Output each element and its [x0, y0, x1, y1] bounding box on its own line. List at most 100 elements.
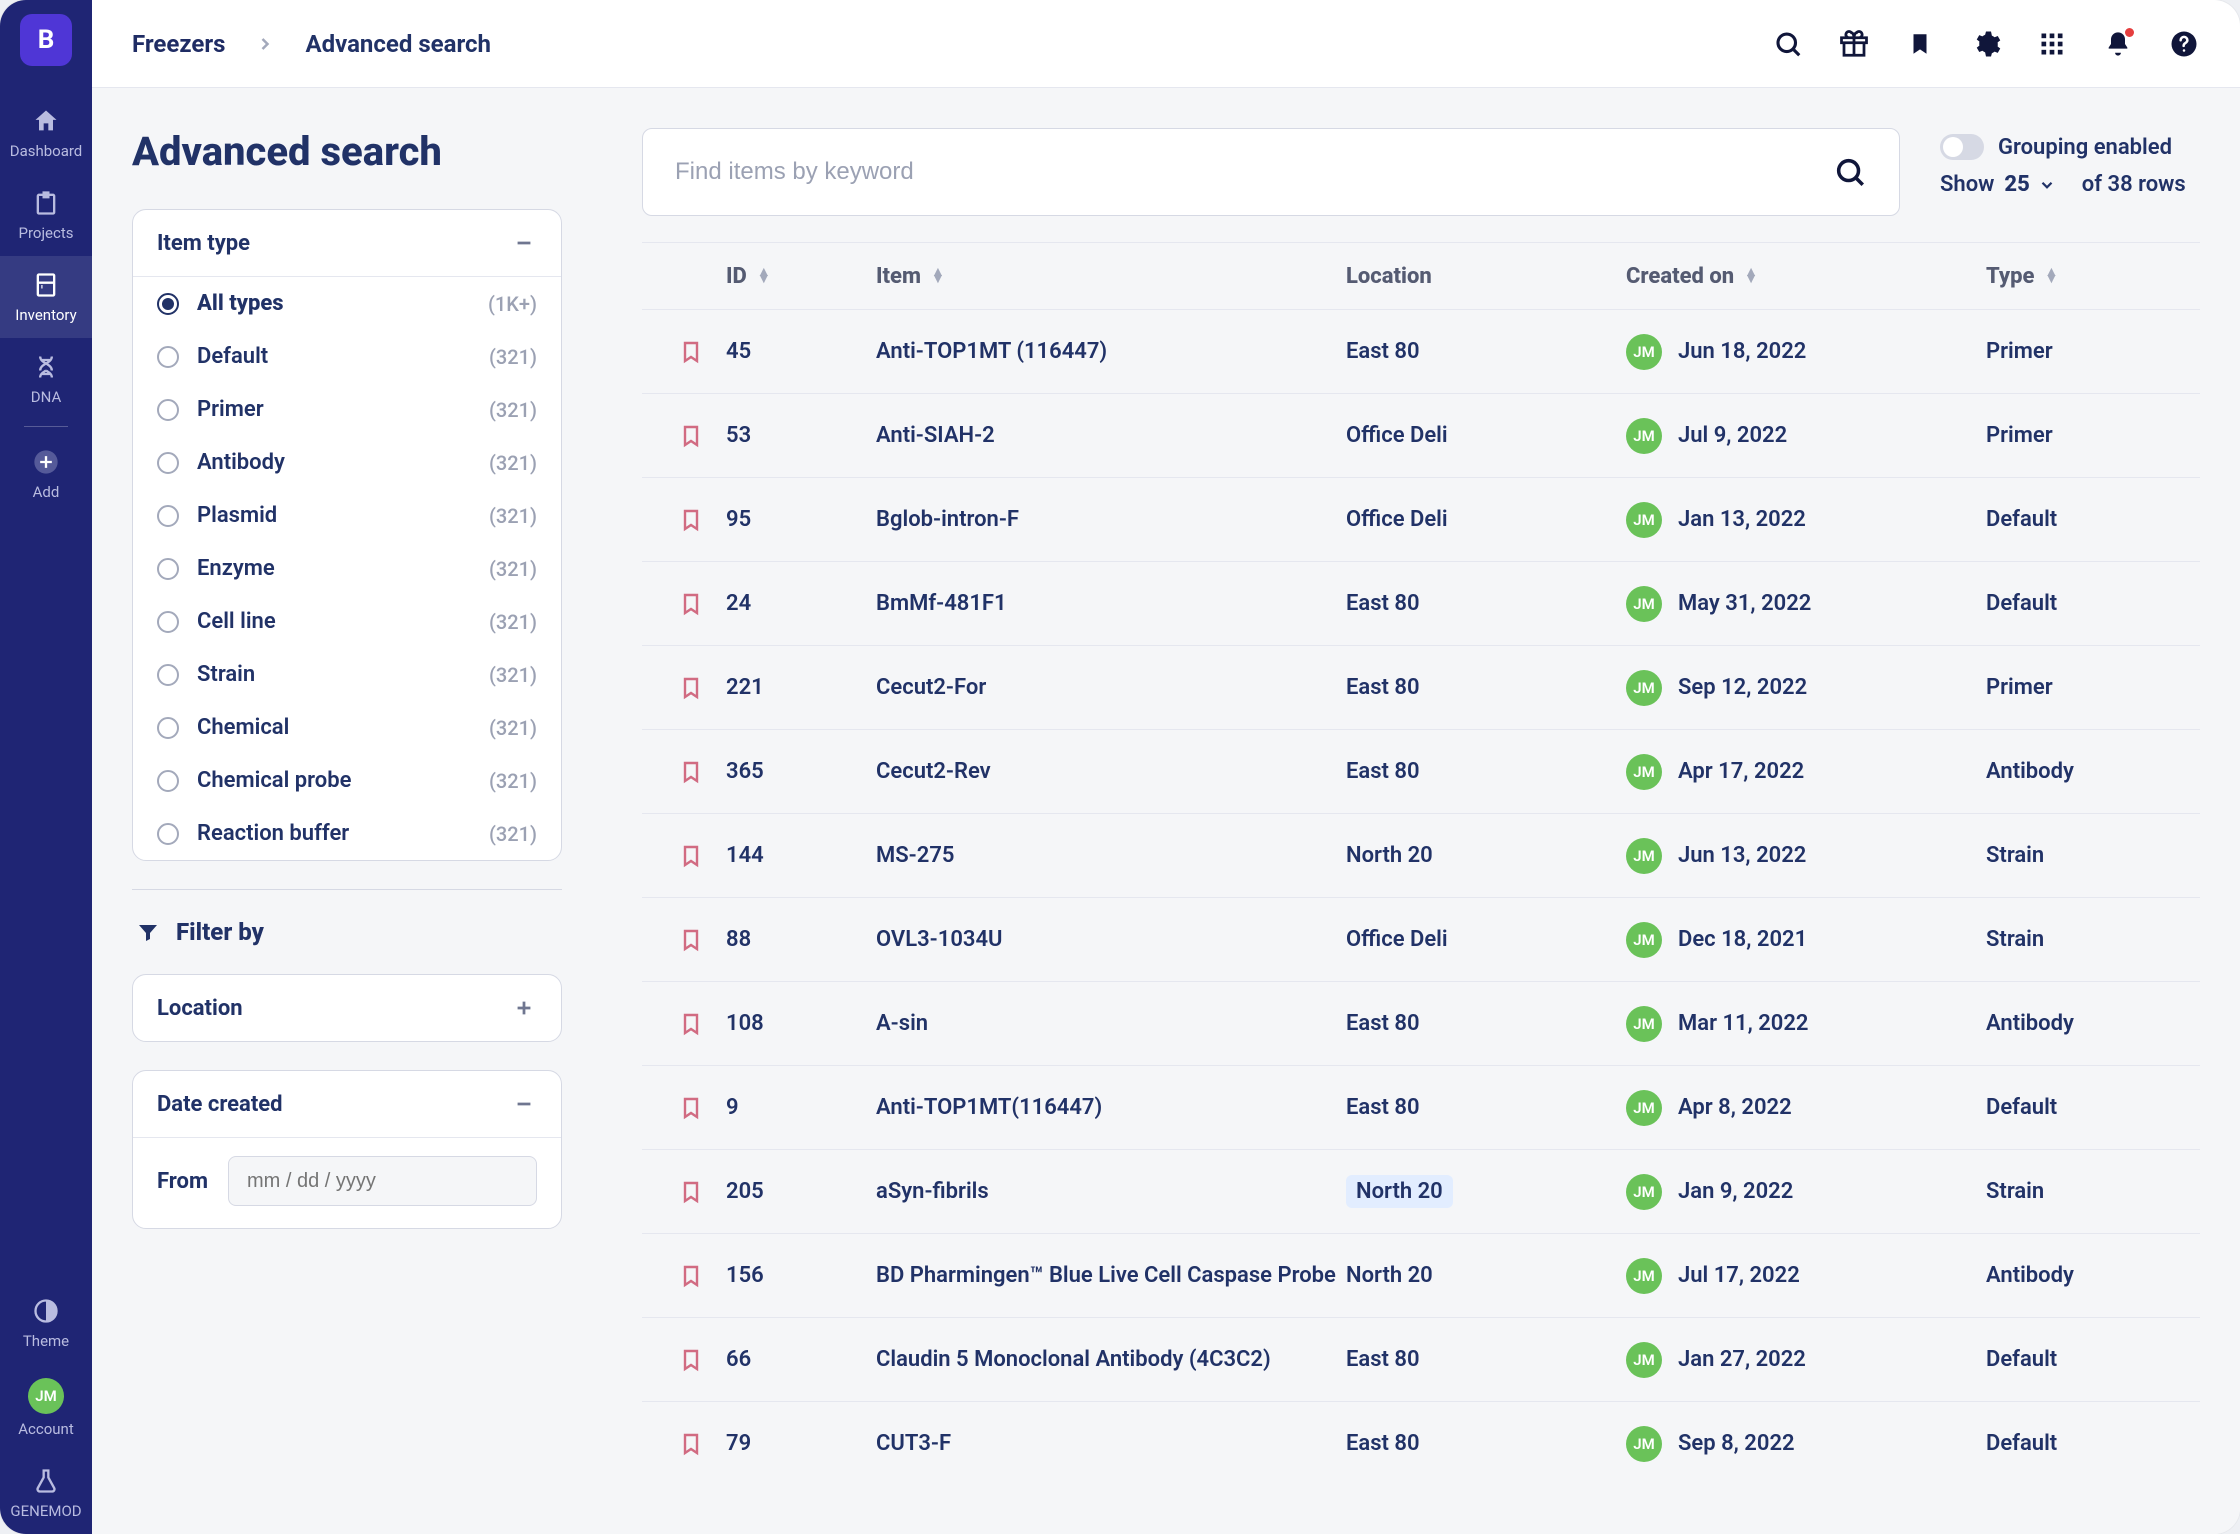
table-row[interactable]: 156BD Pharmingen™ Blue Live Cell Caspase…: [642, 1233, 2200, 1317]
table-row[interactable]: 79CUT3-FEast 80JMSep 8, 2022Default: [642, 1401, 2200, 1485]
item-type-option[interactable]: Chemical(321): [133, 701, 561, 754]
search-icon[interactable]: [1772, 28, 1804, 60]
table-row[interactable]: 144MS-275North 20JMJun 13, 2022Strain: [642, 813, 2200, 897]
bookmark-row-icon[interactable]: [679, 1430, 703, 1458]
bookmark-row-icon[interactable]: [679, 1094, 703, 1122]
results-table: ID ▲▼ Item ▲▼ Location Created on ▲▼: [642, 242, 2200, 1534]
table-row[interactable]: 205aSyn-fibrilsNorth 20JMJan 9, 2022Stra…: [642, 1149, 2200, 1233]
col-location[interactable]: Location: [1346, 264, 1626, 289]
table-row[interactable]: 95Bglob-intron-FOffice DeliJMJan 13, 202…: [642, 477, 2200, 561]
date-from-input[interactable]: [228, 1156, 537, 1206]
bookmark-row-icon[interactable]: [679, 674, 703, 702]
item-type-count: (321): [489, 716, 537, 740]
item-type-option[interactable]: Plasmid(321): [133, 489, 561, 542]
gear-icon[interactable]: [1970, 28, 2002, 60]
expand-icon[interactable]: [511, 995, 537, 1021]
item-type-label: All types: [197, 291, 284, 316]
table-row[interactable]: 53Anti-SIAH-2Office DeliJMJul 9, 2022Pri…: [642, 393, 2200, 477]
bookmark-row-icon[interactable]: [679, 338, 703, 366]
sort-icon: ▲▼: [931, 269, 945, 283]
cell-item: Bglob-intron-F: [876, 507, 1346, 532]
bookmark-row-icon[interactable]: [679, 1346, 703, 1374]
cell-type: Primer: [1986, 423, 2186, 448]
collapse-icon[interactable]: [511, 230, 537, 256]
table-row[interactable]: 365Cecut2-RevEast 80JMApr 17, 2022Antibo…: [642, 729, 2200, 813]
cell-location: East 80: [1346, 759, 1420, 784]
avatar-icon: JM: [1626, 1006, 1662, 1042]
item-type-option[interactable]: Primer(321): [133, 383, 561, 436]
item-type-header[interactable]: Item type: [133, 210, 561, 277]
item-type-option[interactable]: Antibody(321): [133, 436, 561, 489]
rail-item-account[interactable]: JM Account: [0, 1364, 92, 1452]
table-row[interactable]: 108A-sinEast 80JMMar 11, 2022Antibody: [642, 981, 2200, 1065]
table-row[interactable]: 221Cecut2-ForEast 80JMSep 12, 2022Primer: [642, 645, 2200, 729]
rail-item-add[interactable]: Add: [0, 433, 92, 515]
item-type-option[interactable]: Cell line(321): [133, 595, 561, 648]
bookmark-row-icon[interactable]: [679, 842, 703, 870]
rail-item-inventory[interactable]: Inventory: [0, 256, 92, 338]
bookmark-row-icon[interactable]: [679, 590, 703, 618]
app-logo[interactable]: B: [20, 14, 72, 66]
page-size-select[interactable]: 25: [2004, 172, 2055, 197]
grouping-toggle[interactable]: [1940, 134, 1984, 160]
rail-label: Account: [18, 1420, 74, 1438]
bookmark-row-icon[interactable]: [679, 758, 703, 786]
col-item[interactable]: Item ▲▼: [876, 264, 1346, 289]
cell-id: 53: [726, 423, 876, 448]
radio-icon: [157, 558, 179, 580]
rail-label: Theme: [23, 1332, 69, 1350]
bell-icon[interactable]: [2102, 28, 2134, 60]
cell-location: East 80: [1346, 1431, 1420, 1456]
item-type-option[interactable]: All types(1K+): [133, 277, 561, 330]
item-type-option[interactable]: Chemical probe(321): [133, 754, 561, 807]
filter-divider: [132, 889, 562, 890]
bookmark-row-icon[interactable]: [679, 1010, 703, 1038]
cell-id: 88: [726, 927, 876, 952]
item-type-label: Chemical probe: [197, 768, 351, 793]
bookmark-row-icon[interactable]: [679, 506, 703, 534]
cell-type: Antibody: [1986, 1011, 2186, 1036]
table-row[interactable]: 9Anti-TOP1MT(116447)East 80JMApr 8, 2022…: [642, 1065, 2200, 1149]
bookmark-row-icon[interactable]: [679, 1178, 703, 1206]
search-input[interactable]: [673, 157, 1831, 187]
bookmark-row-icon[interactable]: [679, 422, 703, 450]
item-type-option[interactable]: Strain(321): [133, 648, 561, 701]
location-title: Location: [157, 996, 243, 1021]
rail-item-dashboard[interactable]: Dashboard: [0, 92, 92, 174]
rail-item-dna[interactable]: DNA: [0, 338, 92, 420]
gift-icon[interactable]: [1838, 28, 1870, 60]
sort-icon: ▲▼: [757, 269, 771, 283]
item-type-option[interactable]: Default(321): [133, 330, 561, 383]
col-type[interactable]: Type ▲▼: [1986, 264, 2186, 289]
cell-created: Jun 18, 2022: [1678, 339, 1806, 364]
cell-created: Sep 12, 2022: [1678, 675, 1807, 700]
table-row[interactable]: 45Anti-TOP1MT (116447)East 80JMJun 18, 2…: [642, 309, 2200, 393]
bookmark-row-icon[interactable]: [679, 1262, 703, 1290]
cell-id: 24: [726, 591, 876, 616]
search-button-icon[interactable]: [1831, 153, 1869, 191]
date-created-header[interactable]: Date created: [133, 1071, 561, 1138]
table-row[interactable]: 24BmMf-481F1East 80JMMay 31, 2022Default: [642, 561, 2200, 645]
item-type-option[interactable]: Enzyme(321): [133, 542, 561, 595]
rail-item-brand[interactable]: GENEMOD: [0, 1452, 92, 1534]
table-row[interactable]: 66Claudin 5 Monoclonal Antibody (4C3C2)E…: [642, 1317, 2200, 1401]
cell-id: 9: [726, 1095, 876, 1120]
location-header[interactable]: Location: [133, 975, 561, 1041]
bookmark-icon[interactable]: [1904, 28, 1936, 60]
col-created[interactable]: Created on ▲▼: [1626, 264, 1986, 289]
rail-item-theme[interactable]: Theme: [0, 1282, 92, 1364]
top-actions: [1772, 28, 2200, 60]
breadcrumb-root[interactable]: Freezers: [132, 30, 225, 58]
item-type-option[interactable]: Reaction buffer(321): [133, 807, 561, 860]
apps-grid-icon[interactable]: [2036, 28, 2068, 60]
rail-divider: [24, 426, 68, 427]
help-icon[interactable]: [2168, 28, 2200, 60]
bookmark-row-icon[interactable]: [679, 926, 703, 954]
col-id[interactable]: ID ▲▼: [726, 264, 876, 289]
table-row[interactable]: 88OVL3-1034UOffice DeliJMDec 18, 2021Str…: [642, 897, 2200, 981]
item-type-count: (321): [489, 504, 537, 528]
collapse-icon[interactable]: [511, 1091, 537, 1117]
rail-item-projects[interactable]: Projects: [0, 174, 92, 256]
cell-created: Jul 9, 2022: [1678, 423, 1787, 448]
fridge-icon: [31, 270, 61, 300]
